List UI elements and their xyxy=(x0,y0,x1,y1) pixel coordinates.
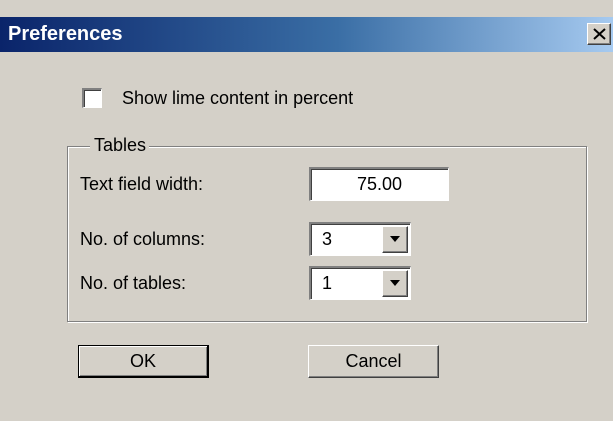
ok-button[interactable]: OK xyxy=(78,345,209,378)
tables-group-title: Tables xyxy=(90,134,150,156)
columns-dropdown-button[interactable] xyxy=(382,226,408,253)
columns-value: 3 xyxy=(322,229,333,249)
show-lime-label[interactable]: Show lime content in percent xyxy=(122,86,353,110)
close-button[interactable] xyxy=(587,23,611,45)
columns-select[interactable]: 3 xyxy=(309,222,411,256)
tables-dropdown-button[interactable] xyxy=(382,270,408,297)
title-bar[interactable]: Preferences xyxy=(0,17,613,52)
text-field-width-input[interactable]: 75.00 xyxy=(309,167,449,201)
tables-select[interactable]: 1 xyxy=(309,266,411,300)
tables-value: 1 xyxy=(322,273,333,293)
preferences-dialog: Preferences Show lime content in percent… xyxy=(0,0,613,421)
chevron-down-icon xyxy=(390,236,400,242)
close-icon xyxy=(593,28,606,40)
text-field-width-label: Text field width: xyxy=(80,174,204,194)
show-lime-checkbox[interactable] xyxy=(82,88,102,108)
columns-label: No. of columns: xyxy=(80,229,206,249)
cancel-button[interactable]: Cancel xyxy=(308,345,439,378)
window-title: Preferences xyxy=(8,23,123,45)
tables-label: No. of tables: xyxy=(80,273,187,293)
chevron-down-icon xyxy=(390,280,400,286)
